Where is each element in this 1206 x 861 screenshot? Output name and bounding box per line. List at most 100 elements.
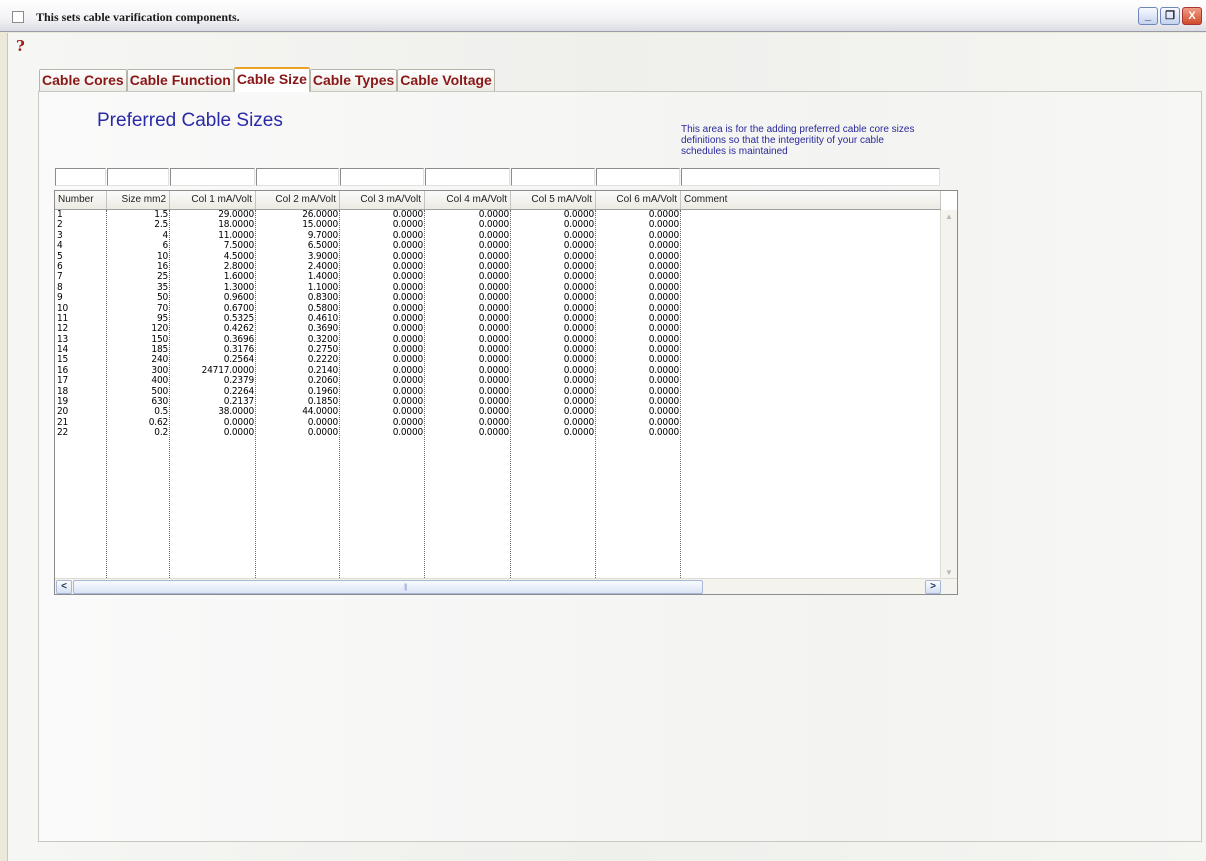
table-cell[interactable] — [681, 272, 941, 282]
table-cell[interactable]: 13 — [55, 335, 107, 345]
table-cell[interactable]: 0.0000 — [425, 376, 511, 386]
table-cell[interactable]: 0.0000 — [425, 324, 511, 334]
table-cell[interactable] — [681, 324, 941, 334]
tab-cable-size[interactable]: Cable Size — [233, 67, 310, 92]
table-cell[interactable]: 7 — [55, 272, 107, 282]
table-cell[interactable]: 0.0000 — [425, 262, 511, 272]
table-cell[interactable] — [681, 220, 941, 230]
table-cell[interactable]: 14 — [55, 345, 107, 355]
table-cell[interactable]: 0.2379 — [170, 376, 256, 386]
minimize-button[interactable]: _ — [1138, 7, 1158, 25]
table-cell[interactable]: 0.0000 — [425, 355, 511, 365]
table-cell[interactable]: 0.0000 — [511, 376, 596, 386]
table-cell[interactable]: 0.1850 — [256, 397, 340, 407]
table-cell[interactable]: 26.0000 — [256, 210, 340, 220]
table-cell[interactable]: 6 — [107, 241, 170, 251]
table-cell[interactable] — [681, 345, 941, 355]
table-cell[interactable]: 0.2220 — [256, 355, 340, 365]
table-cell[interactable]: 19 — [55, 397, 107, 407]
table-cell[interactable] — [681, 293, 941, 303]
table-cell[interactable] — [681, 355, 941, 365]
table-cell[interactable] — [681, 283, 941, 293]
table-cell[interactable]: 0.5325 — [170, 314, 256, 324]
table-cell[interactable]: 0.0000 — [596, 428, 681, 438]
scroll-down-icon[interactable]: ▼ — [943, 568, 955, 578]
table-cell[interactable]: 0.0000 — [511, 366, 596, 376]
table-cell[interactable]: 0.0000 — [596, 324, 681, 334]
table-cell[interactable]: 0.0000 — [340, 293, 425, 303]
table-cell[interactable]: 0.2750 — [256, 345, 340, 355]
table-cell[interactable]: 5 — [55, 252, 107, 262]
table-cell[interactable]: 0.0000 — [511, 324, 596, 334]
table-cell[interactable]: 1.6000 — [170, 272, 256, 282]
table-cell[interactable]: 1.1000 — [256, 283, 340, 293]
table-cell[interactable]: 0.0000 — [511, 397, 596, 407]
table-cell[interactable] — [681, 335, 941, 345]
table-cell[interactable]: 0.0000 — [425, 252, 511, 262]
table-cell[interactable]: 0.0000 — [340, 376, 425, 386]
table-cell[interactable]: 0.2564 — [170, 355, 256, 365]
table-cell[interactable]: 0.0000 — [340, 418, 425, 428]
table-cell[interactable]: 0.0000 — [511, 231, 596, 241]
table-cell[interactable]: 0.0000 — [340, 262, 425, 272]
tab-cable-cores[interactable]: Cable Cores — [39, 69, 127, 91]
table-cell[interactable]: 0.5800 — [256, 304, 340, 314]
table-row[interactable]: 9 50 0.9600 0.8300 0.0000 0.0000 0.0000 0.0000 — [55, 293, 941, 303]
table-cell[interactable]: 0.0000 — [256, 428, 340, 438]
table-cell[interactable]: 0.2060 — [256, 376, 340, 386]
table-cell[interactable]: 400 — [107, 376, 170, 386]
table-cell[interactable]: 0.0000 — [511, 272, 596, 282]
table-cell[interactable]: 70 — [107, 304, 170, 314]
table-cell[interactable]: 6.5000 — [256, 241, 340, 251]
table-cell[interactable]: 0.0000 — [511, 241, 596, 251]
table-cell[interactable]: 4.5000 — [170, 252, 256, 262]
table-row[interactable]: 22 0.2 0.0000 0.0000 0.0000 0.0000 0.0000 0.000… — [55, 428, 941, 438]
table-cell[interactable]: 0.8300 — [256, 293, 340, 303]
table-cell[interactable]: 8 — [55, 283, 107, 293]
table-cell[interactable]: 0.0000 — [511, 355, 596, 365]
table-cell[interactable]: 0.0000 — [596, 220, 681, 230]
table-cell[interactable]: 0.0000 — [511, 293, 596, 303]
table-cell[interactable]: 0.0000 — [425, 418, 511, 428]
table-cell[interactable]: 0.6700 — [170, 304, 256, 314]
table-cell[interactable]: 4 — [107, 231, 170, 241]
table-cell[interactable]: 15.0000 — [256, 220, 340, 230]
table-cell[interactable]: 0.0000 — [425, 335, 511, 345]
table-cell[interactable]: 0.0000 — [596, 231, 681, 241]
table-cell[interactable]: 300 — [107, 366, 170, 376]
table-cell[interactable] — [681, 314, 941, 324]
table-cell[interactable] — [681, 397, 941, 407]
table-cell[interactable]: 10 — [55, 304, 107, 314]
table-cell[interactable]: 0.5 — [107, 407, 170, 417]
table-cell[interactable]: 0.0000 — [340, 231, 425, 241]
table-cell[interactable]: 0.0000 — [340, 397, 425, 407]
table-row[interactable]: 15 240 0.2564 0.2220 0.0000 0.0000 0.0000 0.000… — [55, 355, 941, 365]
table-cell[interactable]: 16 — [55, 366, 107, 376]
table-cell[interactable]: 0.0000 — [425, 387, 511, 397]
table-cell[interactable]: 0.3690 — [256, 324, 340, 334]
table-cell[interactable]: 0.0000 — [511, 387, 596, 397]
table-cell[interactable]: 0.0000 — [596, 304, 681, 314]
table-cell[interactable]: 0.3696 — [170, 335, 256, 345]
filter-input[interactable] — [425, 168, 510, 186]
table-cell[interactable]: 0.0000 — [170, 428, 256, 438]
vertical-scrollbar[interactable]: ▲ ▼ — [940, 210, 957, 580]
table-cell[interactable]: 0.0000 — [596, 252, 681, 262]
table-cell[interactable]: 1.4000 — [256, 272, 340, 282]
table-cell[interactable]: 240 — [107, 355, 170, 365]
filter-input[interactable] — [681, 168, 940, 186]
table-cell[interactable]: 0.0000 — [425, 272, 511, 282]
table-cell[interactable]: 0.0000 — [596, 418, 681, 428]
horizontal-scrollbar[interactable]: < ||| > — [55, 578, 957, 594]
table-cell[interactable]: 0.0000 — [425, 231, 511, 241]
table-cell[interactable] — [681, 304, 941, 314]
table-cell[interactable]: 0.0000 — [511, 345, 596, 355]
scroll-left-icon[interactable]: < — [56, 580, 72, 594]
table-row[interactable]: 14 185 0.3176 0.2750 0.0000 0.0000 0.0000 0.000… — [55, 345, 941, 355]
table-cell[interactable]: 0.0000 — [340, 324, 425, 334]
table-row[interactable]: 7 25 1.6000 1.4000 0.0000 0.0000 0.0000 0.0000 — [55, 272, 941, 282]
table-cell[interactable]: 0.0000 — [425, 210, 511, 220]
scroll-right-icon[interactable]: > — [925, 580, 941, 594]
table-cell[interactable]: 17 — [55, 376, 107, 386]
table-cell[interactable] — [681, 376, 941, 386]
